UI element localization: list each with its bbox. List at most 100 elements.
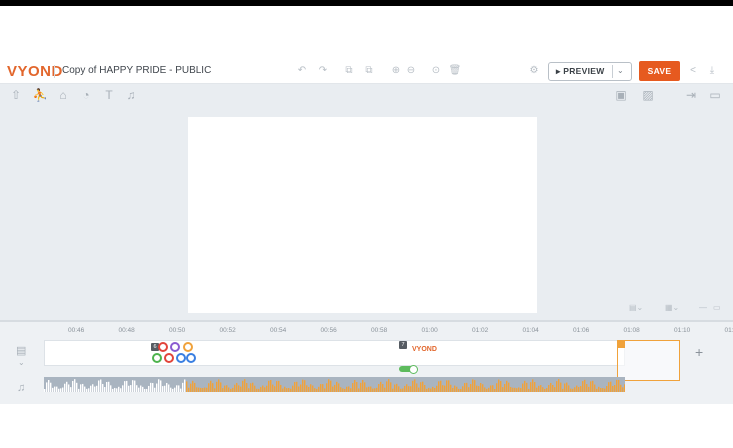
waveform-bar	[106, 382, 108, 392]
waveform-bar	[136, 385, 138, 392]
paste-icon[interactable]: ⧉	[362, 64, 376, 78]
waveform-bar	[258, 388, 260, 392]
waveform-bar	[344, 388, 346, 392]
waveform-bar	[46, 382, 48, 392]
waveform-bar	[256, 388, 258, 392]
download-icon[interactable]: ⤓	[705, 64, 719, 78]
undo-icon[interactable]: ↶	[295, 64, 309, 78]
waveform-bar	[318, 386, 320, 392]
waveform-bar	[400, 388, 402, 392]
waveform-bar	[604, 388, 606, 392]
waveform-bar	[568, 385, 570, 392]
save-button[interactable]: SAVE	[639, 61, 680, 81]
group-icon[interactable]: ⊕	[389, 64, 403, 78]
waveform-bar	[296, 381, 298, 392]
redo-icon[interactable]: ↷	[316, 64, 330, 78]
waveform-bar	[552, 384, 554, 392]
waveform-bar	[186, 381, 188, 392]
waveform-bar	[170, 387, 172, 392]
waveform-bar	[594, 384, 596, 392]
music-icon[interactable]: ♫	[123, 87, 139, 103]
scene-thumbnail[interactable]	[152, 353, 162, 363]
waveform-bar	[624, 384, 625, 392]
image-icon[interactable]: ▨	[640, 87, 656, 103]
chart-icon[interactable]: ◔	[78, 87, 94, 103]
waveform-bar	[176, 385, 178, 392]
upload-icon[interactable]: ⇧	[8, 87, 24, 103]
order-icon[interactable]: ⊙	[429, 64, 443, 78]
waveform-bar	[220, 382, 222, 392]
waveform-bar	[456, 386, 458, 392]
waveform-bar	[358, 388, 360, 392]
waveform-bar	[154, 387, 156, 392]
waveform-bar	[242, 380, 244, 392]
scene-logo-thumbnail[interactable]: VYOND	[412, 346, 437, 353]
background-icon[interactable]: ▣	[613, 87, 629, 103]
waveform-bar	[368, 386, 370, 392]
waveform-bar	[538, 385, 540, 392]
props-icon[interactable]: ⌂	[55, 87, 71, 103]
timeline-ruler[interactable]: 00:46 00:48 00:50 00:52 00:54 00:56 00:58 01:00…	[44, 326, 733, 338]
scene-thumbnail[interactable]	[164, 353, 174, 363]
waveform-bar	[230, 388, 232, 392]
waveform-bar	[420, 382, 422, 392]
grid-icon[interactable]: ▦⌄	[665, 303, 679, 312]
video-icon[interactable]: ▭	[707, 87, 723, 103]
waveform-bar	[180, 388, 182, 392]
waveform-bar	[130, 385, 132, 392]
share-icon[interactable]: <	[686, 64, 700, 78]
waveform-bar	[376, 387, 378, 392]
waveform-bar	[188, 387, 190, 392]
chevron-down-icon[interactable]: ⌄	[617, 66, 624, 75]
scene-thumbnail[interactable]	[170, 342, 180, 352]
scene-thumbnail[interactable]	[186, 353, 196, 363]
waveform-bar	[62, 387, 64, 392]
zoom-controls[interactable]: ▤⌄ ▦⌄ — ▭	[625, 302, 730, 316]
ruler-tick: 00:58	[371, 327, 388, 334]
scene-toggle[interactable]	[399, 365, 418, 374]
waveform-bar	[362, 379, 364, 392]
zoom-out-icon[interactable]: —	[699, 303, 707, 312]
settings-icon[interactable]: ⚙	[527, 64, 541, 78]
waveform-bar	[346, 386, 348, 392]
waveform-bar	[320, 384, 322, 392]
waveform-bar	[72, 380, 74, 392]
add-scene-button[interactable]: +	[695, 344, 703, 360]
waveform-bar	[360, 382, 362, 392]
waveform-bar	[128, 385, 130, 392]
scene-thumbnail[interactable]	[183, 342, 193, 352]
zoom-fit-icon[interactable]: ▭	[713, 303, 721, 312]
waveform-bar	[516, 388, 518, 392]
scene-thumbnail[interactable]	[176, 353, 186, 363]
selected-scene[interactable]	[617, 340, 680, 381]
scene-track[interactable]	[44, 340, 625, 366]
scene-canvas[interactable]	[188, 117, 537, 313]
audio-track[interactable]	[44, 377, 625, 392]
waveform-bar	[148, 385, 150, 392]
waveform-bar	[570, 388, 572, 392]
waveform-bar	[156, 383, 158, 392]
waveform-bar	[458, 388, 460, 392]
project-title[interactable]: Copy of HAPPY PRIDE - PUBLIC	[62, 65, 211, 76]
waveform-bar	[110, 385, 112, 392]
ungroup-icon[interactable]: ⊖	[404, 64, 418, 78]
preview-label: ▸ PREVIEW	[556, 66, 605, 76]
waveform-bar	[64, 383, 66, 392]
asset-toolbar: ⇧ ⛹ ⌂ ◔ T ♫ ▣ ▨ ⇥ ▭	[0, 84, 733, 106]
layout-icon[interactable]: ▤⌄	[629, 303, 643, 312]
copy-icon[interactable]: ⧉	[342, 64, 356, 78]
waveform-bar	[312, 385, 314, 392]
preview-button[interactable]: ▸ PREVIEW ⌄	[548, 62, 632, 81]
export-icon[interactable]: ⇥	[683, 87, 699, 103]
delete-icon[interactable]: 🗑	[448, 64, 462, 78]
scene-thumbnail[interactable]	[158, 342, 168, 352]
waveform-bar	[254, 385, 256, 392]
waveform-bar	[556, 381, 558, 392]
waveform-bar	[448, 380, 450, 392]
waveform-bar	[144, 388, 146, 392]
character-icon[interactable]: ⛹	[32, 87, 48, 103]
waveform-bar	[352, 383, 354, 392]
chevron-down-icon[interactable]: ⌄	[18, 358, 25, 367]
waveform-bar	[472, 379, 474, 392]
text-icon[interactable]: T	[101, 87, 117, 103]
